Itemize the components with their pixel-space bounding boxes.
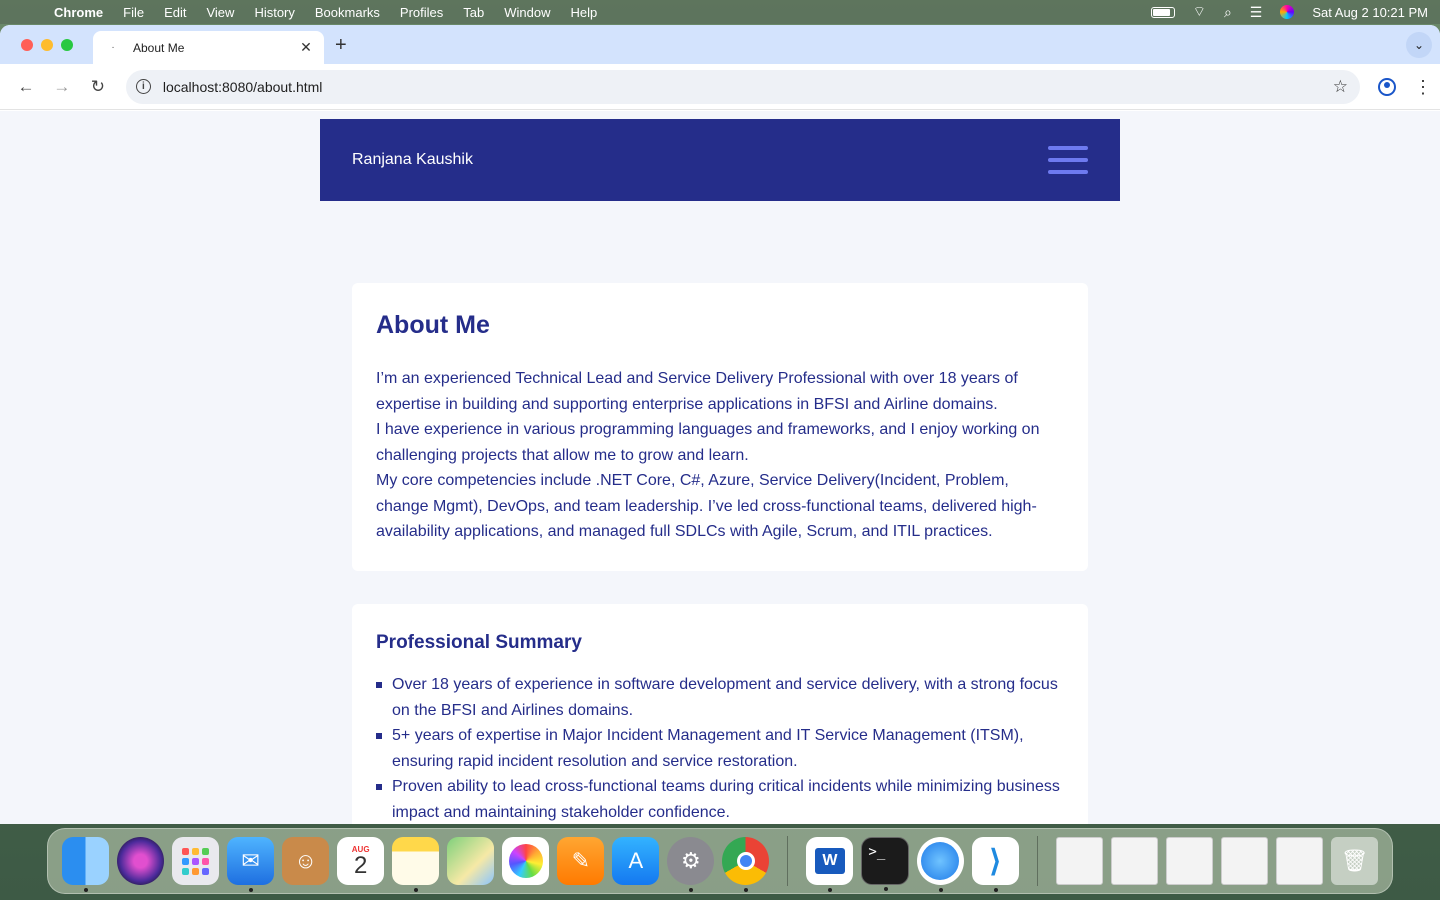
back-button[interactable]: ← <box>8 69 44 105</box>
siri-icon[interactable] <box>1280 5 1295 19</box>
summary-list: Over 18 years of experience in software … <box>376 672 1064 824</box>
close-tab-icon[interactable]: ✕ <box>298 39 314 56</box>
launchpad-icon[interactable] <box>172 837 220 885</box>
vscode-glyph: ⟩ <box>989 844 1002 878</box>
tab-search-chevron-icon[interactable]: ⌄ <box>1406 32 1432 58</box>
system-settings-icon[interactable]: ⚙ <box>667 837 715 892</box>
site-brand[interactable]: Ranjana Kaushik <box>352 151 473 169</box>
document-thumbnail-icon[interactable] <box>1220 837 1269 885</box>
pages-icon[interactable]: ✎ <box>557 837 605 885</box>
document-thumbnail-icon[interactable] <box>1165 837 1213 885</box>
tab-favicon-icon: · <box>111 42 115 53</box>
menu-bookmarks[interactable]: Bookmarks <box>315 5 380 20</box>
address-bar[interactable]: i localhost:8080/about.html ☆ <box>125 69 1361 104</box>
menu-help[interactable]: Help <box>571 5 598 20</box>
chrome-core <box>736 852 755 870</box>
document-thumbnail-icon[interactable] <box>1055 837 1103 885</box>
vscode-icon[interactable]: ⟩ <box>971 837 1019 892</box>
dock-separator <box>787 836 789 886</box>
reload-button[interactable]: ↻ <box>80 69 116 105</box>
site-header: Ranjana Kaushik <box>320 119 1120 201</box>
summary-card: Professional Summary Over 18 years of ex… <box>352 604 1088 824</box>
tab-title: About Me <box>133 40 185 55</box>
calendar-day: 2 <box>353 851 368 879</box>
wifi-icon[interactable]: ⌔ <box>1193 3 1206 21</box>
dock: ✉ ☺ AUG 2 ✎ A ⚙ W >_ ⟩ 🗑 <box>47 828 1393 894</box>
mail-icon[interactable]: ✉ <box>227 837 275 892</box>
tab-strip: · About Me ✕ + ⌄ <box>0 25 1440 64</box>
close-window-button[interactable] <box>21 39 33 51</box>
status-area: ⌔ ⌕ ☰ Sat Aug 2 10:21 PM <box>1150 3 1428 21</box>
page-viewport: Ranjana Kaushik About Me I’m an experien… <box>0 111 1440 824</box>
summary-heading: Professional Summary <box>376 632 582 653</box>
word-letter: W <box>814 848 845 874</box>
menu-edit[interactable]: Edit <box>164 5 186 20</box>
browser-window: · About Me ✕ + ⌄ ← → ↻ i localhost:8080/… <box>0 25 1440 824</box>
photos-flower <box>508 844 543 878</box>
bookmark-star-icon[interactable]: ☆ <box>1333 77 1348 97</box>
terminal-prompt: >_ <box>868 844 886 860</box>
control-center-icon[interactable]: ☰ <box>1250 4 1263 21</box>
app-store-icon[interactable]: A <box>612 837 660 885</box>
menu-history[interactable]: History <box>254 5 294 20</box>
about-heading: About Me <box>376 311 490 339</box>
safari-dial <box>921 842 960 880</box>
maps-icon[interactable] <box>447 837 495 885</box>
notes-icon[interactable] <box>392 837 440 892</box>
word-icon[interactable]: W <box>806 837 854 892</box>
hamburger-bar <box>1048 170 1088 174</box>
battery-icon[interactable] <box>1150 6 1175 18</box>
hamburger-bar <box>1048 146 1088 150</box>
list-item: Over 18 years of experience in software … <box>376 672 1064 723</box>
about-card: About Me I’m an experienced Technical Le… <box>352 283 1088 571</box>
safari-icon[interactable] <box>916 837 964 892</box>
menu-file[interactable]: File <box>123 5 144 20</box>
profile-icon[interactable] <box>1378 77 1397 96</box>
spotlight-search-icon[interactable]: ⌕ <box>1224 4 1232 21</box>
trash-icon[interactable]: 🗑 <box>1331 837 1379 885</box>
chrome-icon[interactable] <box>722 837 770 892</box>
hamburger-bar <box>1048 158 1088 162</box>
tab-about-me[interactable]: · About Me ✕ <box>93 31 324 64</box>
hamburger-menu-icon[interactable] <box>1048 144 1088 176</box>
fullscreen-window-button[interactable] <box>61 39 73 51</box>
photos-icon[interactable] <box>502 837 550 885</box>
menu-profiles[interactable]: Profiles <box>400 5 443 20</box>
new-tab-button[interactable]: + <box>335 34 347 57</box>
menu-tab[interactable]: Tab <box>463 5 484 20</box>
dock-separator <box>1036 836 1038 886</box>
list-item: 5+ years of expertise in Major Incident … <box>376 723 1064 774</box>
document-thumbnail-icon[interactable] <box>1110 837 1158 885</box>
window-controls <box>21 39 73 51</box>
forward-button[interactable]: → <box>44 69 80 105</box>
contacts-icon[interactable]: ☺ <box>282 837 330 885</box>
url-text[interactable]: localhost:8080/about.html <box>163 79 1333 95</box>
menu-bar: Chrome File Edit View History Bookmarks … <box>0 0 1440 24</box>
more-menu-icon[interactable]: ⋮ <box>1414 78 1432 96</box>
about-paragraph: I have experience in various programming… <box>376 421 1040 464</box>
launchpad-grid <box>182 847 210 875</box>
calendar-icon[interactable]: AUG 2 <box>337 837 385 885</box>
menu-app-name[interactable]: Chrome <box>54 5 103 20</box>
site-info-icon[interactable]: i <box>135 79 151 94</box>
finder-icon[interactable] <box>62 837 110 892</box>
minimize-window-button[interactable] <box>41 39 53 51</box>
document-thumbnail-icon[interactable] <box>1276 837 1324 885</box>
about-paragraph: My core competencies include .NET Core, … <box>376 472 1037 540</box>
browser-toolbar: ← → ↻ i localhost:8080/about.html ☆ ⋮ <box>0 64 1440 110</box>
about-paragraph: I’m an experienced Technical Lead and Se… <box>376 370 1018 413</box>
terminal-icon[interactable]: >_ <box>861 837 909 891</box>
menubar-clock[interactable]: Sat Aug 2 10:21 PM <box>1312 5 1428 20</box>
list-item: Proven ability to lead cross-functional … <box>376 774 1064 824</box>
menu-view[interactable]: View <box>206 5 234 20</box>
siri-app-icon[interactable] <box>117 837 165 885</box>
menu-window[interactable]: Window <box>504 5 550 20</box>
